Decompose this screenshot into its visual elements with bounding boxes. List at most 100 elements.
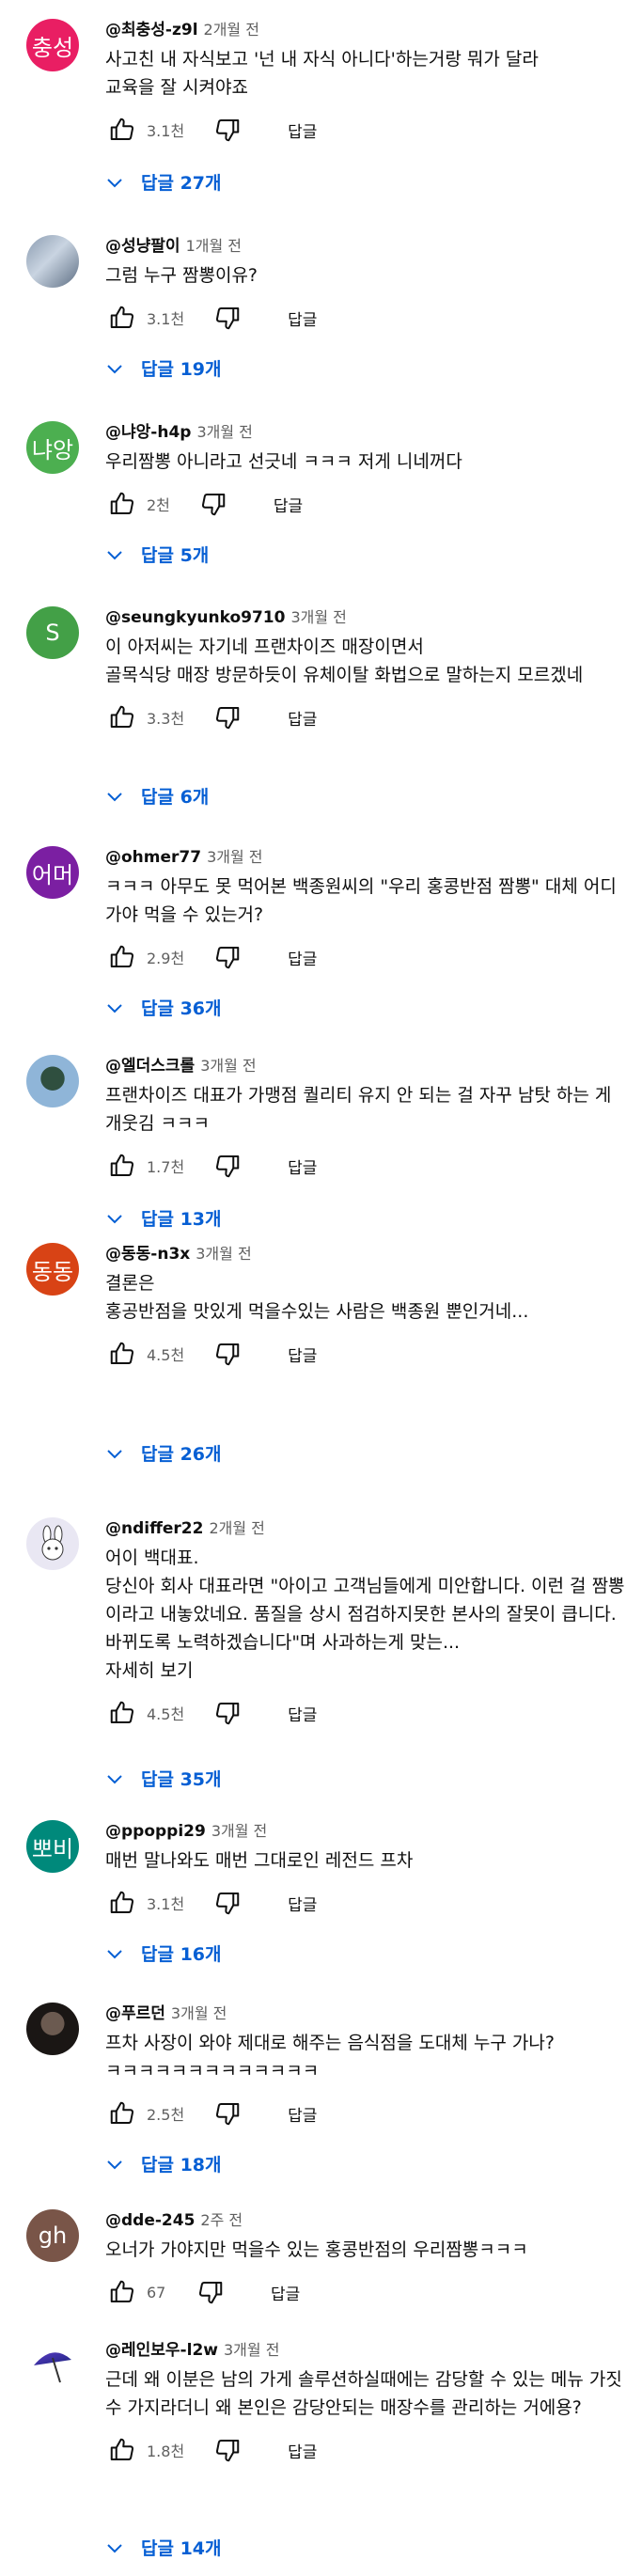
comment-author[interactable]: @엘더스크롤 bbox=[105, 1057, 195, 1076]
comment-author[interactable]: @ndiffer22 bbox=[105, 1519, 203, 1538]
dislike-button[interactable] bbox=[211, 1886, 244, 1920]
reply-button[interactable]: 답글 bbox=[288, 306, 317, 330]
chevron-down-icon bbox=[107, 792, 122, 801]
avatar[interactable]: 동동 bbox=[26, 1243, 79, 1296]
view-replies-button[interactable]: 답글 5개 bbox=[103, 542, 209, 567]
like-count: 4.5천 bbox=[147, 1346, 185, 1364]
like-count: 67 bbox=[147, 2283, 166, 2301]
dislike-button[interactable] bbox=[211, 113, 244, 147]
avatar[interactable] bbox=[26, 1517, 79, 1570]
comment-time[interactable]: 2개월 전 bbox=[209, 1519, 264, 1537]
dislike-button[interactable] bbox=[211, 1149, 244, 1183]
read-more-link[interactable]: 자세히 보기 bbox=[105, 1657, 632, 1685]
comment-text: 오너가 가야지만 먹을수 있는 홍콩반점의 우리짬뽕ㅋㅋㅋ bbox=[105, 2239, 528, 2260]
avatar[interactable] bbox=[26, 1055, 79, 1107]
comment-author[interactable]: @레인보우-l2w bbox=[105, 2341, 218, 2360]
comment-author[interactable]: @seungkyunko9710 bbox=[105, 608, 285, 627]
view-replies-button[interactable]: 답글 18개 bbox=[103, 2151, 222, 2176]
avatar[interactable]: 뽀비 bbox=[26, 1820, 79, 1873]
reply-button[interactable]: 답글 bbox=[288, 118, 317, 142]
like-button[interactable] bbox=[105, 700, 139, 734]
reply-button[interactable]: 답글 bbox=[288, 706, 317, 730]
thumbs-down-icon bbox=[216, 707, 240, 730]
comment-author[interactable]: @dde-245 bbox=[105, 2211, 195, 2230]
reply-button[interactable]: 답글 bbox=[288, 2439, 317, 2462]
like-button[interactable] bbox=[105, 1696, 139, 1730]
comment-time[interactable]: 2개월 전 bbox=[204, 21, 259, 39]
reply-button[interactable]: 답글 bbox=[288, 1154, 317, 1178]
dislike-button[interactable] bbox=[194, 2275, 227, 2309]
reply-button[interactable]: 답글 bbox=[288, 1892, 317, 1915]
avatar[interactable]: gh bbox=[26, 2209, 79, 2262]
view-replies-button[interactable]: 답글 26개 bbox=[103, 1440, 222, 1466]
view-replies-button[interactable]: 답글 27개 bbox=[103, 169, 222, 195]
thumbs-up-icon bbox=[110, 705, 134, 728]
view-replies-button[interactable]: 답글 35개 bbox=[103, 1766, 222, 1791]
view-replies-button[interactable]: 답글 13개 bbox=[103, 1205, 222, 1231]
view-replies-button[interactable]: 답글 6개 bbox=[103, 783, 209, 809]
comment-time[interactable]: 3개월 전 bbox=[171, 2004, 227, 2022]
dislike-button[interactable] bbox=[211, 2097, 244, 2130]
comment-time[interactable]: 3개월 전 bbox=[211, 1822, 267, 1840]
avatar[interactable]: S bbox=[26, 606, 79, 659]
replies-count: 답글 26개 bbox=[141, 1444, 222, 1465]
avatar[interactable] bbox=[26, 235, 79, 288]
like-button[interactable] bbox=[105, 1149, 139, 1183]
comment-author[interactable]: @ohmer77 bbox=[105, 848, 201, 867]
avatar[interactable] bbox=[26, 2339, 79, 2392]
replies-count: 답글 35개 bbox=[141, 1769, 222, 1790]
dislike-button[interactable] bbox=[211, 1337, 244, 1371]
reply-button[interactable]: 답글 bbox=[288, 1702, 317, 1725]
like-button[interactable] bbox=[105, 1886, 139, 1920]
avatar-initials: 충성 bbox=[31, 34, 74, 61]
comment-text: 프랜차이즈 대표가 가맹점 퀄리티 유지 안 되는 걸 자꾸 남탓 하는 게 개… bbox=[105, 1085, 612, 1134]
like-button[interactable] bbox=[105, 2275, 139, 2309]
like-button[interactable] bbox=[105, 940, 139, 974]
avatar[interactable]: 냐앙 bbox=[26, 421, 79, 474]
comment-time[interactable]: 3개월 전 bbox=[200, 1057, 256, 1075]
comment-time[interactable]: 1개월 전 bbox=[186, 237, 242, 255]
view-replies-button[interactable]: 답글 19개 bbox=[103, 355, 222, 381]
chevron-down-icon bbox=[107, 1214, 122, 1223]
view-replies-button[interactable]: 답글 16개 bbox=[103, 1940, 222, 1966]
view-replies-button[interactable]: 답글 36개 bbox=[103, 995, 222, 1020]
avatar[interactable]: 어머 bbox=[26, 846, 79, 899]
view-replies-button[interactable]: 답글 14개 bbox=[103, 2535, 222, 2560]
like-count: 3.3천 bbox=[147, 710, 185, 728]
comment-time[interactable]: 3개월 전 bbox=[196, 1245, 251, 1263]
dislike-button[interactable] bbox=[211, 940, 244, 974]
like-button[interactable] bbox=[105, 301, 139, 335]
comment-author[interactable]: @냐앙-h4p bbox=[105, 423, 191, 442]
like-count: 2.5천 bbox=[147, 2106, 185, 2124]
reply-button[interactable]: 답글 bbox=[288, 2102, 317, 2126]
reply-button[interactable]: 답글 bbox=[274, 493, 303, 516]
dislike-button[interactable] bbox=[211, 700, 244, 734]
reply-button[interactable]: 답글 bbox=[271, 2281, 300, 2304]
comment-author[interactable]: @ppoppi29 bbox=[105, 1822, 206, 1841]
comment-author[interactable]: @푸르던 bbox=[105, 2004, 165, 2023]
like-button[interactable] bbox=[105, 113, 139, 147]
reply-button[interactable]: 답글 bbox=[288, 946, 317, 969]
comment-author[interactable]: @성냥팔이 bbox=[105, 237, 180, 256]
comment-author[interactable]: @동동-n3x bbox=[105, 1245, 190, 1264]
dislike-button[interactable] bbox=[211, 2433, 244, 2467]
avatar[interactable] bbox=[26, 2003, 79, 2055]
like-button[interactable] bbox=[105, 2433, 139, 2467]
comment-author[interactable]: @최충성-z9l bbox=[105, 21, 198, 39]
reply-button[interactable]: 답글 bbox=[288, 1343, 317, 1366]
like-button[interactable] bbox=[105, 1337, 139, 1371]
comment-time[interactable]: 3개월 전 bbox=[224, 2341, 279, 2359]
dislike-button[interactable] bbox=[211, 301, 244, 335]
like-button[interactable] bbox=[105, 487, 139, 521]
avatar-initials: 동동 bbox=[31, 1258, 74, 1285]
comment-time[interactable]: 3개월 전 bbox=[290, 608, 346, 626]
dislike-button[interactable] bbox=[196, 487, 230, 521]
avatar[interactable]: 충성 bbox=[26, 19, 79, 71]
dislike-button[interactable] bbox=[211, 1696, 244, 1730]
like-button[interactable] bbox=[105, 2097, 139, 2130]
thumbs-up-icon bbox=[110, 1342, 134, 1364]
comment-time[interactable]: 2주 전 bbox=[200, 2211, 243, 2229]
comment-time[interactable]: 3개월 전 bbox=[196, 423, 252, 441]
thumbs-down-icon bbox=[216, 2440, 240, 2462]
comment-time[interactable]: 3개월 전 bbox=[207, 848, 262, 866]
